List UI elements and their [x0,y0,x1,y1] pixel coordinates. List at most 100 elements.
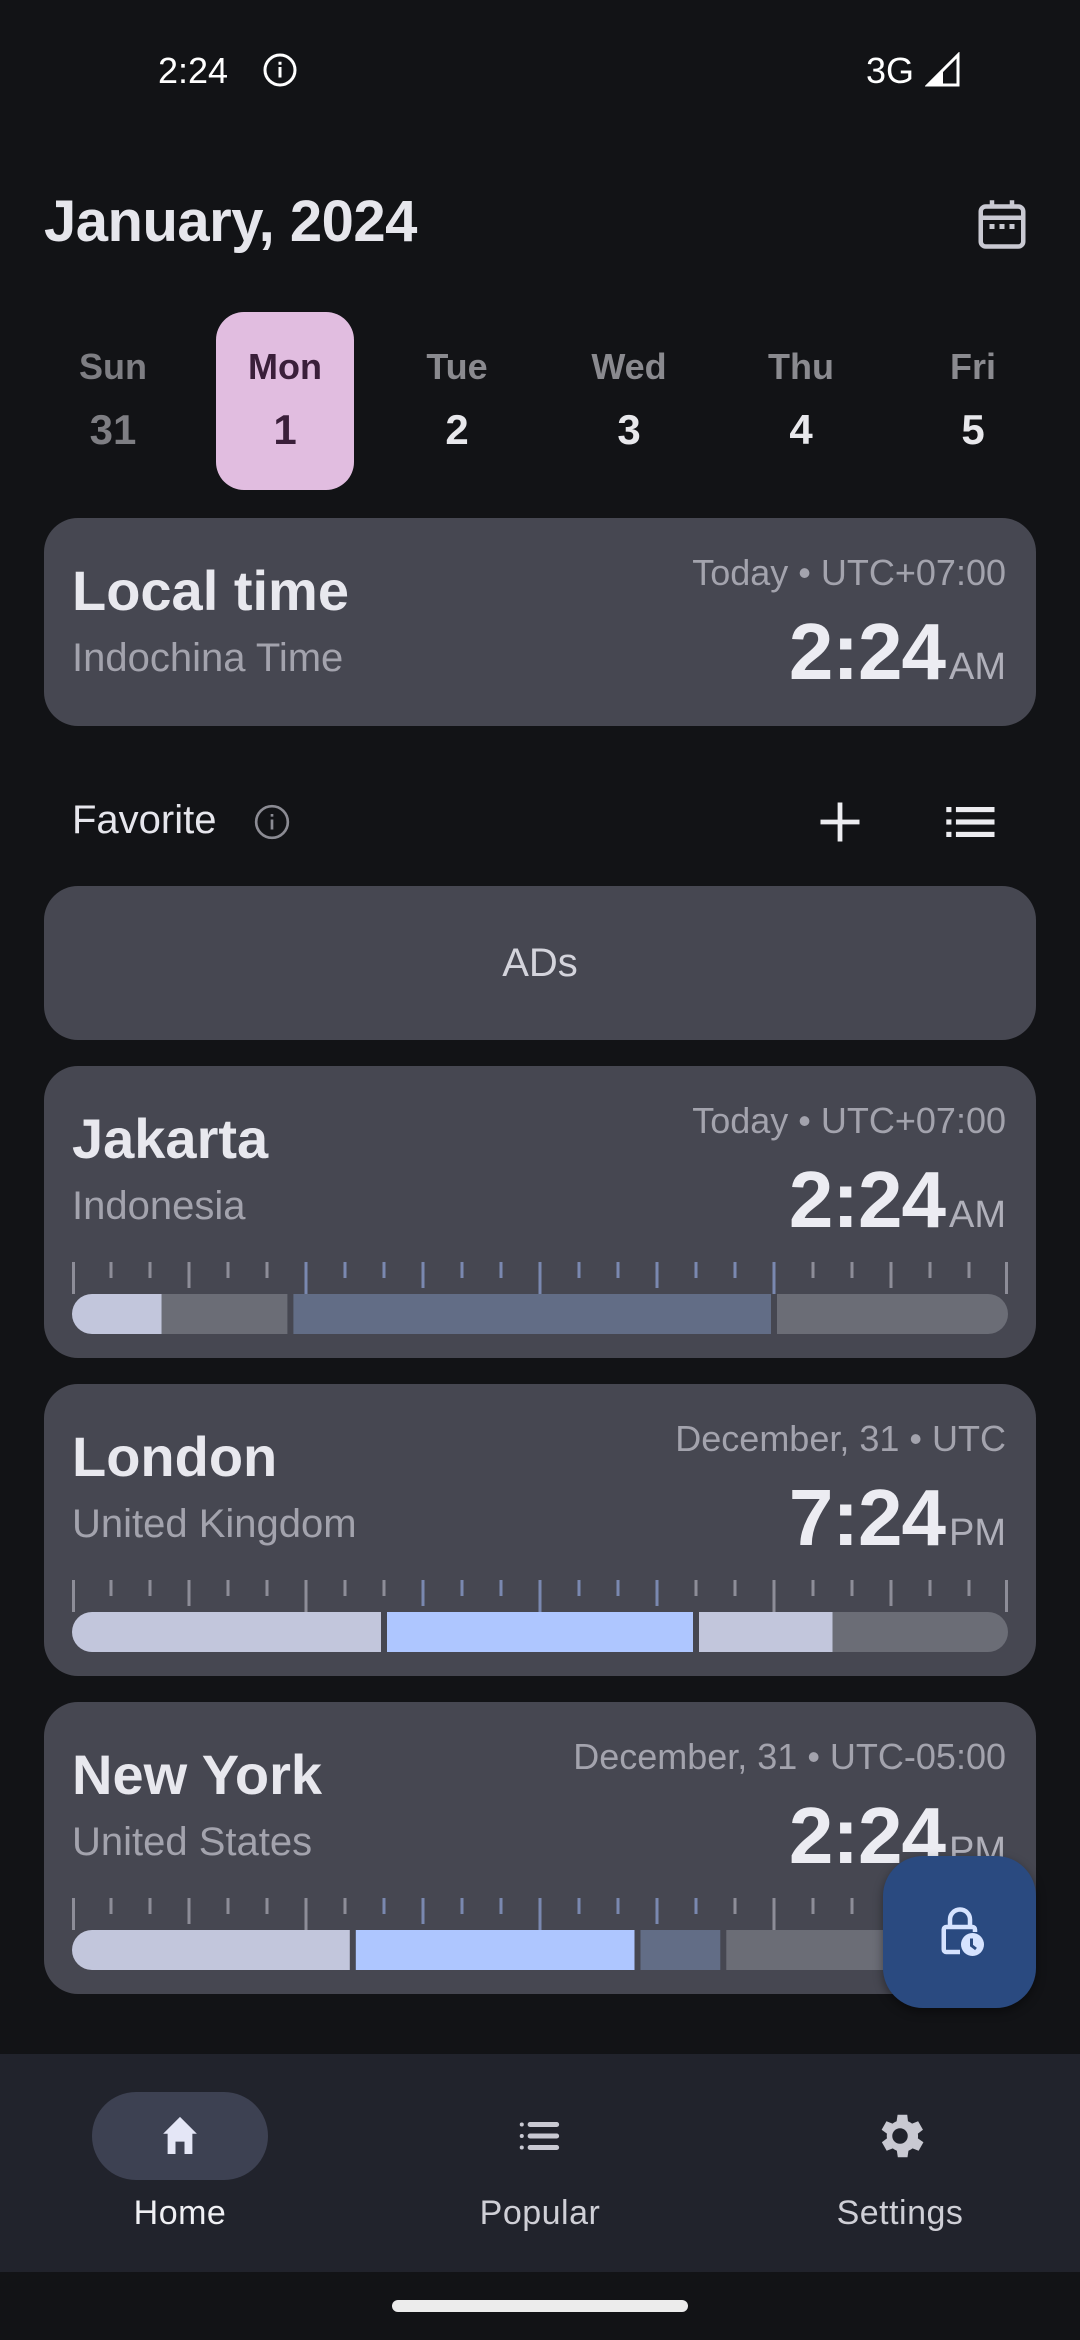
hour-tick [1005,1262,1008,1294]
hour-tick [889,1262,893,1288]
lock-time-fab[interactable] [883,1856,1036,2008]
nav-settings[interactable]: Settings [720,2054,1080,2272]
favorite-label: Favorite [72,798,217,842]
city-name: London [72,1425,278,1488]
day-name: Thu [768,346,834,387]
timeline-divider [771,1294,777,1334]
timeline-chart [72,1262,1008,1334]
timeline-segment-night [774,1294,1008,1334]
hour-tick [538,1580,542,1612]
hour-tick [499,1898,503,1914]
hour-tick [928,1262,932,1278]
network-type: 3G [866,50,915,91]
list-icon [452,2092,628,2180]
timeline-divider [381,1612,387,1652]
hour-tick [1005,1580,1008,1612]
hour-tick [343,1262,347,1278]
hour-tick [460,1262,464,1278]
hour-tick [460,1898,464,1914]
favorite-header: Favorite [72,792,1012,852]
calendar-button[interactable] [972,194,1032,254]
timeline-chart [72,1580,1008,1652]
timeline-segment-evening [637,1930,724,1970]
hour-tick [538,1898,542,1930]
home-icon [92,2092,268,2180]
country-name: United Kingdom [72,1502,357,1546]
status-time: 2:24 [158,50,229,91]
city-ampm: PM [949,1512,1006,1554]
add-city-button[interactable] [814,796,866,848]
plus-icon [820,802,860,842]
day-timeline[interactable] [72,1262,1008,1334]
timeline-segment-night [832,1612,1008,1652]
hour-tick [850,1262,854,1278]
hour-tick [811,1898,815,1914]
hour-tick [577,1580,581,1596]
day-number: 31 [89,406,137,453]
nav-label: Popular [479,2194,601,2232]
hour-tick [694,1262,698,1278]
info-icon[interactable] [252,802,292,842]
local-date-offset: Today • UTC+07:00 [692,552,1006,593]
day-sun[interactable]: Sun 31 [44,312,182,490]
nav-label: Settings [836,2194,964,2232]
gear-icon [812,2092,988,2180]
day-timeline[interactable] [72,1898,1008,1970]
timeline-segment-early [72,1930,353,1970]
hour-tick [265,1580,269,1596]
hour-tick [226,1262,230,1278]
city-card-london[interactable]: London United Kingdom December, 31 • UTC… [44,1384,1036,1676]
hour-tick [772,1262,776,1294]
city-card-jakarta[interactable]: Jakarta Indonesia Today • UTC+07:00 2:24… [44,1066,1036,1358]
signal-icon [925,52,960,87]
day-tue[interactable]: Tue 2 [388,312,526,490]
day-number: 4 [789,406,813,453]
day-thu[interactable]: Thu 4 [732,312,870,490]
day-name: Mon [248,346,322,387]
hour-tick [187,1262,191,1288]
day-name: Fri [949,346,996,387]
day-mon[interactable]: Mon 1 [216,312,354,490]
nav-home[interactable]: Home [0,2054,360,2272]
hour-tick [148,1898,152,1914]
local-time-card[interactable]: Local time Indochina Time Today • UTC+07… [44,518,1036,726]
day-wed[interactable]: Wed 3 [560,312,698,490]
hour-tick [382,1580,386,1596]
country-name: United States [72,1820,313,1864]
hour-tick [772,1898,776,1930]
hour-tick [811,1580,815,1596]
timeline-divider [693,1612,699,1652]
hour-tick [655,1580,659,1606]
hour-tick [343,1580,347,1596]
local-ampm: AM [949,646,1006,688]
hour-tick [343,1898,347,1914]
timeline-segment-early [72,1612,384,1652]
ad-banner[interactable]: ADs [44,886,1036,1040]
day-timeline[interactable] [72,1580,1008,1652]
hour-tick [811,1262,815,1278]
hour-tick [265,1262,269,1278]
hour-tick [616,1898,620,1914]
city-time: 7:24 [788,1473,946,1562]
hour-tick [187,1898,191,1924]
hour-tick [226,1580,230,1596]
hour-tick [148,1580,152,1596]
nav-popular[interactable]: Popular [360,2054,720,2272]
day-number: 5 [961,406,985,453]
hour-tick [382,1262,386,1278]
reorder-list-button[interactable] [942,796,1002,848]
hour-tick [772,1580,776,1612]
country-name: Indonesia [72,1184,246,1228]
hour-tick [538,1262,542,1294]
week-strip: Sun 31 Mon 1 Tue 2 Wed 3 Thu 4 Fri 5 [44,312,1042,490]
home-indicator[interactable] [392,2300,688,2312]
day-fri[interactable]: Fri 5 [904,312,1042,490]
hour-tick [733,1262,737,1278]
timeline-segment-early [72,1294,162,1334]
hour-tick [72,1580,75,1612]
hour-tick [421,1580,425,1606]
hour-tick [109,1262,113,1278]
lock-clock-icon [941,1907,984,1956]
hour-tick [655,1262,659,1288]
timeline-segment-early [696,1612,833,1652]
